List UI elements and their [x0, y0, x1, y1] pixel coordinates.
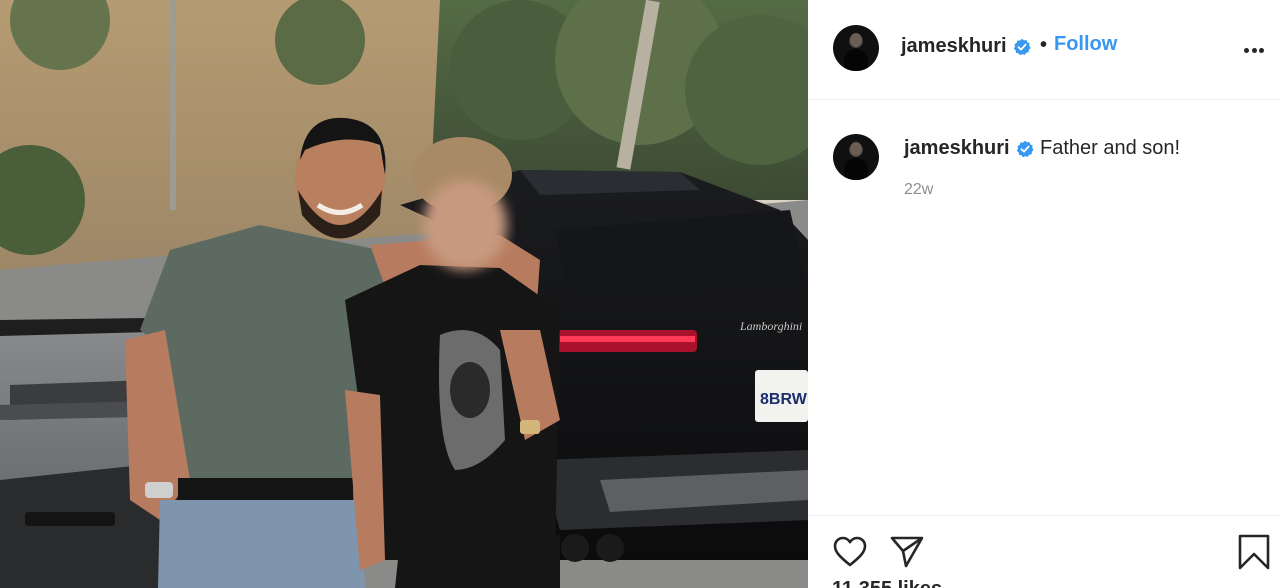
caption-username[interactable]: jameskhuri	[904, 137, 1010, 160]
verified-badge-icon	[1016, 140, 1034, 158]
post-photo[interactable]: 8BRWR Lamborghini	[0, 0, 808, 588]
license-plate-text: 8BRWR	[760, 391, 808, 408]
header-username[interactable]: jameskhuri	[901, 35, 1007, 58]
post-timestamp[interactable]: 22w	[904, 181, 933, 199]
bookmark-icon[interactable]	[1236, 534, 1272, 570]
follow-button[interactable]: Follow	[1054, 33, 1117, 56]
car-badge-text: Lamborghini	[739, 319, 802, 333]
post-actions-bar: 11,355 likes	[808, 515, 1280, 588]
post-header: jameskhuri • Follow	[808, 0, 1280, 100]
avatar[interactable]	[833, 25, 879, 71]
post-photo-illustration: 8BRWR Lamborghini	[0, 0, 808, 588]
header-separator: •	[1040, 34, 1048, 56]
verified-badge-icon	[1013, 38, 1031, 56]
post-side-panel: jameskhuri • Follow jameskhuri Father an…	[808, 0, 1280, 588]
caption-text: Father and son!	[1040, 137, 1181, 159]
avatar[interactable]	[833, 134, 879, 180]
caption-row: jameskhuri Father and son! 22w	[808, 112, 1280, 212]
heart-icon[interactable]	[832, 534, 868, 570]
share-send-icon[interactable]	[889, 534, 925, 570]
likes-count[interactable]: 11,355 likes	[832, 578, 942, 588]
more-options-icon[interactable]	[1242, 38, 1266, 62]
